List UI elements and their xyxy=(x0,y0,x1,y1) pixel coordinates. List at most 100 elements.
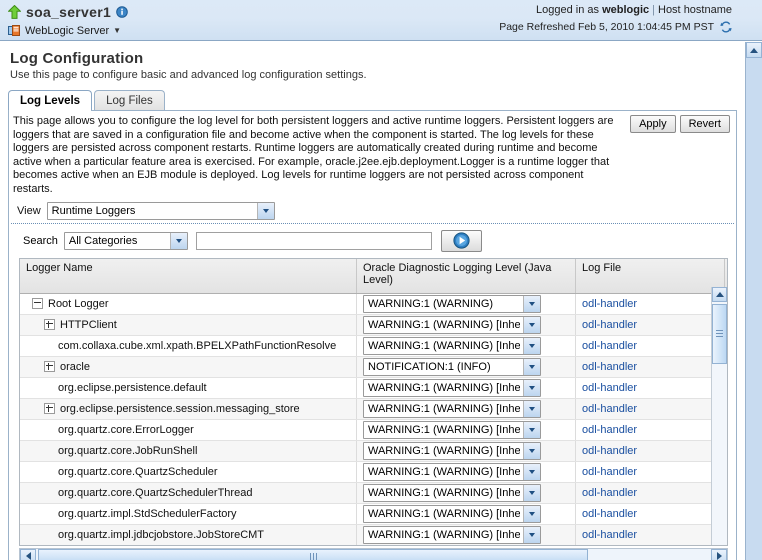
search-input[interactable] xyxy=(195,231,432,250)
logging-level-select[interactable]: WARNING:1 (WARNING) [Inherit xyxy=(363,336,541,355)
log-file-link[interactable]: odl-handler xyxy=(582,298,637,310)
logging-level-select[interactable]: WARNING:1 (WARNING) [Inherit xyxy=(363,399,541,418)
logging-level-select[interactable]: NOTIFICATION:1 (INFO) xyxy=(363,357,541,376)
apply-button[interactable]: Apply xyxy=(630,115,676,133)
logging-level-select[interactable]: WARNING:1 (WARNING) [Inherit xyxy=(363,483,541,502)
logger-tree-node: oracle xyxy=(26,361,350,373)
table-row[interactable]: com.collaxa.cube.xml.xpath.BPELXPathFunc… xyxy=(20,335,727,357)
grip-icon xyxy=(309,552,317,560)
cell-log-file: odl-handler xyxy=(575,503,725,525)
cell-logger-name: org.quartz.core.ErrorLogger xyxy=(20,419,357,441)
refresh-icon[interactable] xyxy=(720,21,732,33)
scroll-left-icon[interactable] xyxy=(20,548,36,560)
view-select[interactable]: Runtime Loggers xyxy=(46,201,275,220)
view-select-wrapper: Runtime Loggers xyxy=(46,201,275,220)
logging-level-select[interactable]: WARNING:1 (WARNING) xyxy=(363,294,541,313)
collapse-icon[interactable] xyxy=(32,298,43,310)
log-file-link[interactable]: odl-handler xyxy=(582,340,637,352)
table-row[interactable]: org.quartz.core.JobRunShell WARNING:1 (WA… xyxy=(20,440,727,462)
cell-logging-level: WARNING:1 (WARNING) xyxy=(356,293,576,315)
logging-level-select[interactable]: WARNING:1 (WARNING) [Inherit xyxy=(363,525,541,544)
expand-icon[interactable] xyxy=(44,361,55,373)
logger-tree-node: org.eclipse.persistence.default xyxy=(26,382,350,394)
cell-log-file: odl-handler xyxy=(575,419,725,441)
tab-log-levels[interactable]: Log Levels xyxy=(8,90,93,111)
level-select-wrapper: WARNING:1 (WARNING) [Inherit xyxy=(363,420,541,439)
level-select-wrapper: NOTIFICATION:1 (INFO) xyxy=(363,357,541,376)
weblogic-server-label: WebLogic Server xyxy=(25,25,110,37)
log-file-link[interactable]: odl-handler xyxy=(582,508,637,520)
logging-level-select[interactable]: WARNING:1 (WARNING) [Inherit xyxy=(363,462,541,481)
tab-bar: Log Levels Log Files xyxy=(8,88,746,111)
scroll-up-icon[interactable] xyxy=(712,286,727,302)
logger-name-text: org.quartz.core.ErrorLogger xyxy=(58,423,194,436)
cell-logging-level: NOTIFICATION:1 (INFO) xyxy=(356,356,576,378)
log-file-link[interactable]: odl-handler xyxy=(582,466,637,478)
search-category-select[interactable]: All Categories xyxy=(63,231,188,250)
page-scroll-up-icon[interactable] xyxy=(746,42,762,58)
cell-logger-name: org.eclipse.persistence.session.messagin… xyxy=(20,398,357,420)
logging-level-select[interactable]: WARNING:1 (WARNING) [Inherit xyxy=(363,378,541,397)
column-header-log-file[interactable]: Log File xyxy=(575,258,725,294)
loggers-table-container: Logger Name Oracle Diagnostic Logging Le… xyxy=(19,257,728,546)
table-row[interactable]: org.quartz.core.QuartzSchedulerThread WAR… xyxy=(20,482,727,504)
revert-button[interactable]: Revert xyxy=(679,115,730,133)
cell-log-file: odl-handler xyxy=(575,398,725,420)
tab-log-files[interactable]: Log Files xyxy=(94,90,165,110)
level-select-wrapper: WARNING:1 (WARNING) xyxy=(363,294,541,313)
cell-logging-level: WARNING:1 (WARNING) [Inherit xyxy=(356,440,576,462)
cell-logging-level: WARNING:1 (WARNING) [Inherit xyxy=(356,335,576,357)
column-header-logging-level[interactable]: Oracle Diagnostic Logging Level (Java Le… xyxy=(356,258,576,294)
page-vertical-scrollbar[interactable] xyxy=(745,42,762,560)
table-row[interactable]: HTTPClient WARNING:1 (WARNING) [Inherit od… xyxy=(20,314,727,336)
search-row: Search All Categories xyxy=(9,224,736,258)
logger-tree-node: Root Logger xyxy=(26,298,350,310)
log-file-link[interactable]: odl-handler xyxy=(582,529,637,541)
panel-description: This page allows you to configure the lo… xyxy=(13,115,614,195)
expand-icon[interactable] xyxy=(44,403,55,415)
table-row[interactable]: org.eclipse.persistence.default WARNING:1… xyxy=(20,377,727,399)
top-banner: soa_server1 WebLogic Server ▼ Logged in … xyxy=(0,0,762,41)
log-file-link[interactable]: odl-handler xyxy=(582,361,637,373)
tree-spacer-icon xyxy=(44,383,53,392)
logging-level-select[interactable]: WARNING:1 (WARNING) [Inherit xyxy=(363,441,541,460)
horizontal-scrollbar-thumb[interactable] xyxy=(38,548,588,560)
search-go-button[interactable] xyxy=(440,229,482,252)
table-horizontal-scrollbar[interactable] xyxy=(19,547,728,560)
tree-spacer-icon xyxy=(44,530,53,539)
table-vertical-scrollbar[interactable] xyxy=(711,286,727,545)
table-row[interactable]: org.quartz.core.ErrorLogger WARNING:1 (WA… xyxy=(20,419,727,441)
log-file-link[interactable]: odl-handler xyxy=(582,424,637,436)
banner-server-block: soa_server1 WebLogic Server ▼ xyxy=(7,3,128,39)
cell-log-file: odl-handler xyxy=(575,335,725,357)
log-file-link[interactable]: odl-handler xyxy=(582,487,637,499)
logger-tree-node: org.quartz.impl.jdbcjobstore.JobStoreCMT xyxy=(26,529,350,541)
logger-tree-node: org.quartz.core.ErrorLogger xyxy=(26,424,350,436)
expand-icon[interactable] xyxy=(44,319,55,331)
logging-level-select[interactable]: WARNING:1 (WARNING) [Inherit xyxy=(363,315,541,334)
table-row[interactable]: org.eclipse.persistence.session.messagin… xyxy=(20,398,727,420)
cell-logger-name: oracle xyxy=(20,356,357,378)
cell-logger-name: org.quartz.core.QuartzScheduler xyxy=(20,461,357,483)
green-up-arrow-icon xyxy=(7,4,22,19)
logging-level-select[interactable]: WARNING:1 (WARNING) [Inherit xyxy=(363,420,541,439)
log-file-link[interactable]: odl-handler xyxy=(582,403,637,415)
log-file-link[interactable]: odl-handler xyxy=(582,445,637,457)
logger-tree-node: org.eclipse.persistence.session.messagin… xyxy=(26,403,350,415)
info-icon[interactable] xyxy=(116,5,128,18)
table-row[interactable]: Root Logger WARNING:1 (WARNING) odl-handle… xyxy=(20,293,727,315)
tree-spacer-icon xyxy=(44,488,53,497)
tree-spacer-icon xyxy=(44,509,53,518)
logging-level-select[interactable]: WARNING:1 (WARNING) [Inherit xyxy=(363,504,541,523)
table-row[interactable]: org.quartz.impl.StdSchedulerFactory WARNI… xyxy=(20,503,727,525)
log-file-link[interactable]: odl-handler xyxy=(582,382,637,394)
table-row[interactable]: org.quartz.core.QuartzScheduler WARNING:1… xyxy=(20,461,727,483)
scroll-right-icon[interactable] xyxy=(711,548,727,560)
vertical-scrollbar-thumb[interactable] xyxy=(712,303,727,364)
log-file-link[interactable]: odl-handler xyxy=(582,319,637,331)
weblogic-server-menu[interactable]: WebLogic Server ▼ xyxy=(8,23,128,39)
table-row[interactable]: org.quartz.impl.jdbcjobstore.JobStoreCMT… xyxy=(20,524,727,545)
table-row[interactable]: oracleNOTIFICATION:1 (INFO)odl-handlerNO… xyxy=(20,356,727,378)
column-header-logger-name[interactable]: Logger Name xyxy=(20,258,357,294)
cell-log-file: odl-handler xyxy=(575,377,725,399)
